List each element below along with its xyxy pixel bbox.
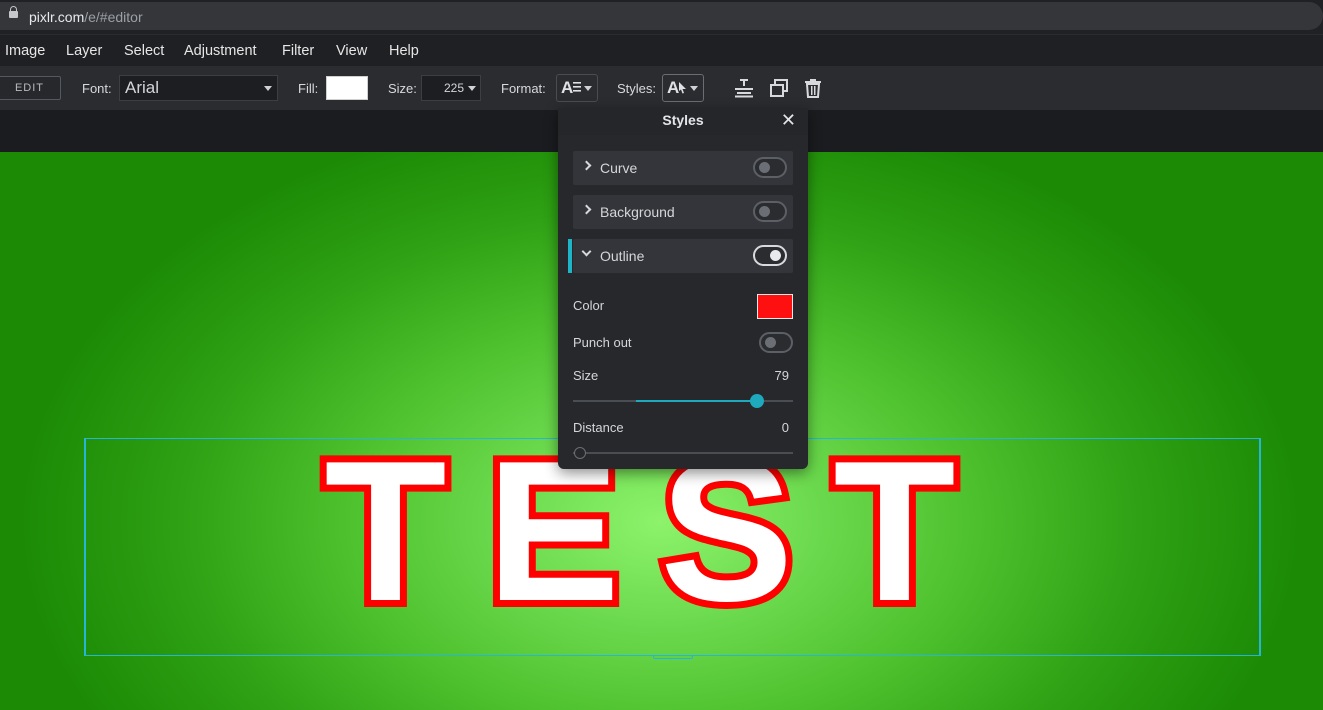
- distance-value: 0: [781, 420, 789, 435]
- fill-color-swatch[interactable]: [326, 76, 368, 100]
- slider-fill: [636, 400, 757, 402]
- text-options-toolbar: EDIT Font: Arial Fill: Size: 225 Format:…: [0, 66, 1323, 110]
- svg-text:A: A: [561, 78, 573, 97]
- chevron-down-icon: [264, 86, 272, 91]
- url-text[interactable]: pixlr.com/e/#editor: [29, 9, 143, 25]
- edit-button[interactable]: EDIT: [0, 76, 61, 100]
- section-outline-label: Outline: [600, 248, 645, 264]
- duplicate-icon[interactable]: [769, 78, 789, 98]
- font-value: Arial: [125, 78, 160, 97]
- menu-filter[interactable]: Filter: [282, 43, 314, 59]
- url-field[interactable]: pixlr.com/e/#editor: [0, 2, 1323, 30]
- styles-panel-header: Styles ✕: [558, 108, 808, 135]
- selection-edge-left: [84, 438, 86, 656]
- size-value: 225: [444, 81, 465, 95]
- font-label: Font:: [82, 81, 112, 96]
- styles-dropdown[interactable]: A: [662, 74, 704, 102]
- punch-out-label: Punch out: [573, 335, 632, 350]
- format-dropdown[interactable]: A: [556, 74, 598, 102]
- align-center-icon[interactable]: [734, 78, 754, 98]
- menu-image[interactable]: Image: [5, 43, 45, 59]
- toggle-knob: [770, 250, 781, 261]
- outline-size-slider[interactable]: [573, 394, 793, 408]
- distance-label: Distance: [573, 420, 624, 435]
- font-select[interactable]: Arial: [119, 75, 278, 101]
- outline-color-swatch[interactable]: [757, 294, 793, 319]
- url-path: /e/#editor: [84, 9, 143, 25]
- toggle-knob: [765, 337, 776, 348]
- fill-label: Fill:: [298, 81, 319, 96]
- text-style-icon: A: [667, 78, 686, 97]
- outline-size-value: 79: [774, 368, 789, 383]
- menu-select[interactable]: Select: [124, 43, 164, 59]
- curve-toggle[interactable]: [753, 157, 787, 178]
- selection-edge-right: [1259, 438, 1261, 656]
- active-section-indicator: [568, 239, 572, 273]
- toggle-knob: [759, 206, 770, 217]
- styles-panel-title: Styles: [662, 112, 704, 128]
- section-background-label: Background: [600, 204, 675, 220]
- chevron-right-icon: [581, 160, 592, 171]
- menu-adjustment[interactable]: Adjustment: [184, 43, 257, 59]
- section-background[interactable]: Background: [573, 195, 793, 229]
- lock-icon: [9, 6, 18, 18]
- text-selection-box[interactable]: [84, 438, 1261, 659]
- outline-size-label: Size: [573, 368, 599, 383]
- distance-slider[interactable]: [573, 447, 793, 459]
- close-icon[interactable]: ✕: [781, 110, 796, 131]
- background-toggle[interactable]: [753, 201, 787, 222]
- section-curve[interactable]: Curve: [573, 151, 793, 185]
- chevron-down-icon: [581, 246, 592, 257]
- slider-thumb[interactable]: [750, 394, 764, 408]
- styles-panel: Styles ✕ Curve Background Outline Color …: [558, 108, 808, 469]
- size-label: Size:: [388, 81, 417, 96]
- chevron-down-icon: [690, 86, 698, 91]
- browser-address-bar: pixlr.com/e/#editor: [0, 0, 1323, 34]
- styles-label: Styles:: [617, 81, 657, 96]
- chevron-down-icon: [584, 86, 592, 91]
- resize-handle[interactable]: [653, 655, 693, 659]
- section-curve-label: Curve: [600, 160, 638, 176]
- chevron-right-icon: [581, 204, 592, 215]
- menu-bar: Image Layer Select Adjustment Filter Vie…: [0, 34, 1323, 66]
- menu-layer[interactable]: Layer: [66, 43, 102, 59]
- section-outline[interactable]: Outline: [573, 239, 793, 273]
- toggle-knob: [759, 162, 770, 173]
- outline-color-label: Color: [573, 298, 605, 313]
- menu-help[interactable]: Help: [389, 43, 419, 59]
- slider-thumb[interactable]: [574, 447, 586, 459]
- outline-toggle[interactable]: [753, 245, 787, 266]
- svg-text:A: A: [667, 78, 679, 97]
- menu-view[interactable]: View: [336, 43, 367, 59]
- chevron-down-icon: [468, 86, 476, 91]
- trash-icon[interactable]: [803, 78, 823, 98]
- url-host: pixlr.com: [29, 9, 85, 25]
- format-label: Format:: [501, 81, 546, 96]
- size-select[interactable]: 225: [421, 75, 481, 101]
- punch-out-toggle[interactable]: [759, 332, 793, 353]
- text-align-icon: A: [561, 78, 581, 97]
